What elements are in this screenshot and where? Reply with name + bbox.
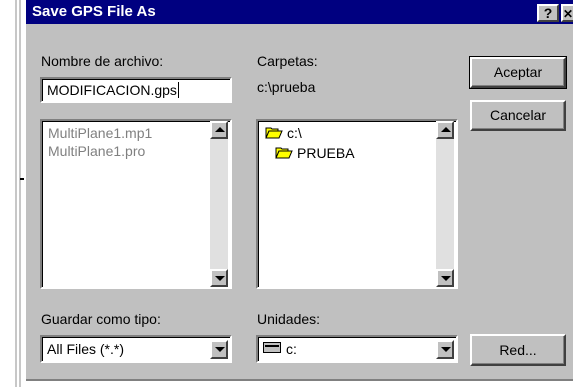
filename-input[interactable]: MODIFICACION.gps: [40, 77, 232, 103]
list-item[interactable]: MultiPlane1.pro: [48, 143, 145, 159]
arrow-down-icon: [215, 276, 225, 281]
filename-label: Nombre de archivo:: [41, 53, 164, 69]
scroll-up-button[interactable]: [210, 121, 228, 139]
scroll-down-button[interactable]: [436, 269, 454, 287]
folder-open-icon: [265, 127, 283, 139]
drive-value: c:: [286, 341, 297, 357]
chevron-down-icon: [441, 347, 451, 352]
window-edge-line: [19, 0, 21, 387]
folder-list[interactable]: c:\ PRUEBA: [256, 119, 458, 289]
list-item[interactable]: MultiPlane1.mp1: [48, 125, 152, 141]
folder-list-scrollbar[interactable]: [436, 121, 454, 287]
background-window-edge: [0, 0, 26, 387]
save-type-label: Guardar como tipo:: [41, 311, 161, 327]
window-title: Save GPS File As: [32, 3, 156, 20]
dropdown-button[interactable]: [210, 340, 228, 359]
folder-item-prueba[interactable]: PRUEBA: [297, 145, 355, 161]
save-type-value: All Files (*.*): [47, 341, 125, 357]
accept-button[interactable]: Aceptar: [469, 56, 567, 89]
arrow-up-icon: [441, 127, 451, 132]
cancel-button[interactable]: Cancelar: [470, 100, 566, 131]
scroll-up-button[interactable]: [436, 121, 454, 139]
file-list-scrollbar[interactable]: [210, 121, 228, 287]
scroll-down-button[interactable]: [210, 269, 228, 287]
current-path: c:\prueba: [257, 79, 316, 95]
save-type-select[interactable]: All Files (*.*): [40, 335, 232, 363]
dropdown-button[interactable]: [436, 340, 454, 359]
close-icon[interactable]: ✕: [561, 4, 573, 22]
title-bar: Save GPS File As ? ✕: [26, 0, 573, 24]
save-dialog: Save GPS File As ? ✕ Nombre de archivo: …: [26, 0, 573, 381]
network-button[interactable]: Red...: [470, 334, 566, 366]
arrow-up-icon: [215, 127, 225, 132]
file-list[interactable]: MultiPlane1.mp1 MultiPlane1.pro: [40, 119, 232, 289]
folder-open-icon: [275, 147, 293, 159]
help-icon[interactable]: ?: [537, 4, 559, 22]
window-edge-line: [15, 0, 17, 387]
drive-select[interactable]: c:: [256, 335, 458, 363]
folder-item-root[interactable]: c:\: [287, 125, 302, 141]
arrow-down-icon: [441, 276, 451, 281]
chevron-down-icon: [215, 347, 225, 352]
edge-tick: [20, 178, 24, 180]
folders-label: Carpetas:: [257, 53, 318, 69]
filename-value: MODIFICACION.gps: [47, 82, 179, 98]
drives-label: Unidades:: [257, 311, 321, 327]
drive-icon: [263, 342, 281, 353]
